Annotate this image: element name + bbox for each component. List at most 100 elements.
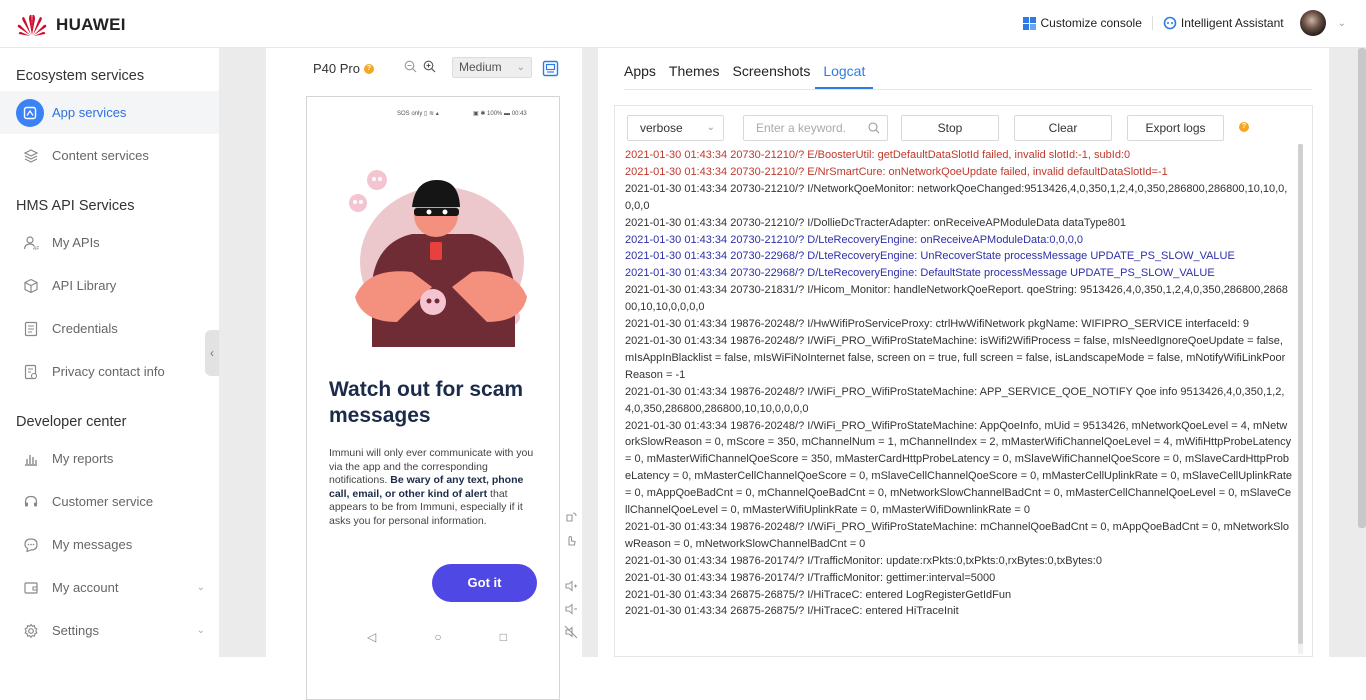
log-line: 2021-01-30 01:43:34 26875-26875/? I/HiTr…: [625, 588, 1012, 601]
logcat-box: verbose ⌄ Enter a keyword. Stop Clear Ex…: [614, 105, 1313, 657]
log-level-value: verbose: [640, 121, 683, 135]
nav-recents-icon[interactable]: □: [500, 630, 507, 644]
chevron-left-icon: ‹: [210, 346, 214, 360]
section-hms-api-services: HMS API Services: [16, 198, 135, 214]
intelligent-assistant-button[interactable]: Intelligent Assistant: [1163, 16, 1284, 30]
log-line: 2021-01-30 01:43:34 19876-20174/? I/Traf…: [625, 571, 996, 584]
help-icon[interactable]: ?: [1239, 122, 1249, 132]
customize-console-button[interactable]: Customize console: [1023, 16, 1142, 30]
api-user-icon: API: [22, 234, 40, 252]
privacy-doc-icon: [22, 363, 40, 381]
nav-home-icon[interactable]: ○: [434, 630, 441, 644]
sidebar-item-privacy-contact-info[interactable]: Privacy contact info: [0, 350, 219, 393]
log-scrollbar[interactable]: [1298, 144, 1303, 654]
log-line: 2021-01-30 01:43:34 20730-22968/? D/LteR…: [625, 267, 1215, 280]
sidebar-item-label: API Library: [52, 278, 117, 293]
huawei-logo[interactable]: HUAWEI: [16, 13, 126, 37]
log-line: 2021-01-30 01:43:34 19876-20248/? I/WiFi…: [625, 385, 1285, 415]
got-it-button[interactable]: Got it: [432, 564, 537, 602]
status-battery-text: 100%: [487, 111, 503, 117]
svg-text:API: API: [33, 246, 39, 251]
log-line: 2021-01-30 01:43:34 20730-21210/? D/LteR…: [625, 233, 1084, 246]
tab-apps[interactable]: Apps: [624, 63, 656, 89]
status-left-text: SOS only: [397, 111, 423, 117]
quality-value: Medium: [459, 60, 502, 74]
sidebar-item-label: App services: [52, 105, 127, 120]
volume-up-icon[interactable]: [564, 579, 578, 593]
sidebar-item-customer-service[interactable]: Customer service: [0, 480, 219, 523]
page-scrollbar[interactable]: [1358, 48, 1366, 528]
zoom-out-icon[interactable]: [404, 60, 417, 73]
log-line: 2021-01-30 01:43:34 20730-21210/? E/NrSm…: [625, 165, 1168, 178]
zoom-in-icon[interactable]: [423, 60, 436, 73]
save-screenshot-icon[interactable]: [542, 60, 559, 77]
quality-select[interactable]: Medium ⌄: [452, 57, 532, 78]
tab-screenshots[interactable]: Screenshots: [733, 63, 811, 89]
top-bar: HUAWEI Customize console Intelligent Ass…: [0, 0, 1366, 48]
log-line: 2021-01-30 01:43:34 20730-21831/? I/Hico…: [625, 284, 1288, 314]
sidebar-item-label: Content services: [52, 148, 149, 163]
mute-icon[interactable]: [564, 625, 578, 639]
sidebar-item-my-account[interactable]: My account ⌄: [0, 566, 219, 609]
phone-dialog-body: Immuni will only ever communicate with y…: [329, 447, 541, 528]
log-line: 2021-01-30 01:43:34 20730-21210/? E/Boos…: [625, 149, 1131, 161]
headset-icon: [22, 493, 40, 511]
sidebar: Ecosystem services App services Content …: [0, 48, 219, 657]
huawei-flower-icon: [17, 14, 47, 36]
nav-back-icon[interactable]: ◁: [367, 630, 376, 644]
sidebar-item-credentials[interactable]: Credentials: [0, 307, 219, 350]
sidebar-item-label: Privacy contact info: [52, 364, 165, 379]
chevron-down-icon[interactable]: ⌄: [1338, 18, 1346, 29]
sidebar-item-my-apis[interactable]: API My APIs: [0, 221, 219, 264]
log-line: 2021-01-30 01:43:34 20730-21210/? I/Netw…: [625, 182, 1288, 212]
sidebar-item-app-services[interactable]: App services: [0, 91, 219, 134]
chevron-down-icon[interactable]: ⌄: [197, 582, 205, 593]
intelligent-assistant-label: Intelligent Assistant: [1180, 16, 1284, 30]
document-icon: [22, 320, 40, 338]
scrollbar-thumb[interactable]: [1298, 144, 1303, 644]
chevron-down-icon: ⌄: [516, 62, 525, 73]
status-signal: SOS only ▯ ≋ ▴: [397, 111, 439, 117]
sidebar-item-label: Credentials: [52, 321, 118, 336]
clear-button[interactable]: Clear: [1014, 115, 1112, 141]
log-line: 2021-01-30 01:43:34 26875-26875/? I/HiTr…: [625, 605, 959, 618]
log-line: 2021-01-30 01:43:34 19876-20248/? I/HwWi…: [625, 318, 1249, 331]
sidebar-item-content-services[interactable]: Content services: [0, 134, 219, 177]
volume-down-icon[interactable]: [564, 602, 578, 616]
wallet-icon: [22, 579, 40, 597]
scam-illustration: [349, 170, 527, 347]
sidebar-item-my-messages[interactable]: My messages: [0, 523, 219, 566]
device-screen[interactable]: SOS only ▯ ≋ ▴ ▣ ✱ 100% ▬ 00:43 Watch ou…: [306, 96, 560, 700]
sidebar-collapse-toggle[interactable]: ‹: [205, 330, 219, 376]
help-icon[interactable]: ?: [363, 63, 374, 74]
tab-bar: Apps Themes Screenshots Logcat: [624, 63, 886, 89]
log-level-select[interactable]: verbose ⌄: [627, 115, 724, 141]
phone-dialog-title: Watch out for scam messages: [329, 378, 524, 427]
status-battery: ▣ ✱ 100% ▬ 00:43: [473, 111, 527, 117]
sidebar-item-settings[interactable]: Settings ⌄: [0, 609, 219, 652]
tab-logcat[interactable]: Logcat: [815, 63, 874, 89]
section-ecosystem-services: Ecosystem services: [16, 68, 145, 84]
device-side-tools: [564, 510, 578, 639]
grid-icon: [1023, 16, 1037, 30]
stop-button[interactable]: Stop: [901, 115, 999, 141]
tab-themes[interactable]: Themes: [669, 63, 720, 89]
chevron-down-icon[interactable]: ⌄: [197, 625, 205, 636]
sidebar-item-label: My APIs: [52, 235, 100, 250]
rotate-icon[interactable]: [564, 510, 578, 524]
sidebar-item-label: My reports: [52, 451, 114, 466]
status-time: 00:43: [511, 111, 527, 117]
touch-icon[interactable]: [564, 533, 578, 547]
export-logs-button[interactable]: Export logs: [1127, 115, 1224, 141]
tab-divider: [624, 89, 1312, 90]
sidebar-item-my-reports[interactable]: My reports: [0, 437, 219, 480]
log-line: 2021-01-30 01:43:34 19876-20174/? I/Traf…: [625, 554, 1102, 567]
log-line: 2021-01-30 01:43:34 19876-20248/? I/WiFi…: [625, 419, 1293, 517]
gear-icon: [22, 622, 40, 640]
sidebar-item-api-library[interactable]: API Library: [0, 264, 219, 307]
customize-console-label: Customize console: [1040, 16, 1142, 30]
log-line: 2021-01-30 01:43:34 20730-22968/? D/LteR…: [625, 250, 1235, 263]
avatar[interactable]: [1299, 10, 1326, 36]
keyword-search-input[interactable]: Enter a keyword.: [743, 115, 888, 141]
layers-icon: [22, 147, 40, 165]
